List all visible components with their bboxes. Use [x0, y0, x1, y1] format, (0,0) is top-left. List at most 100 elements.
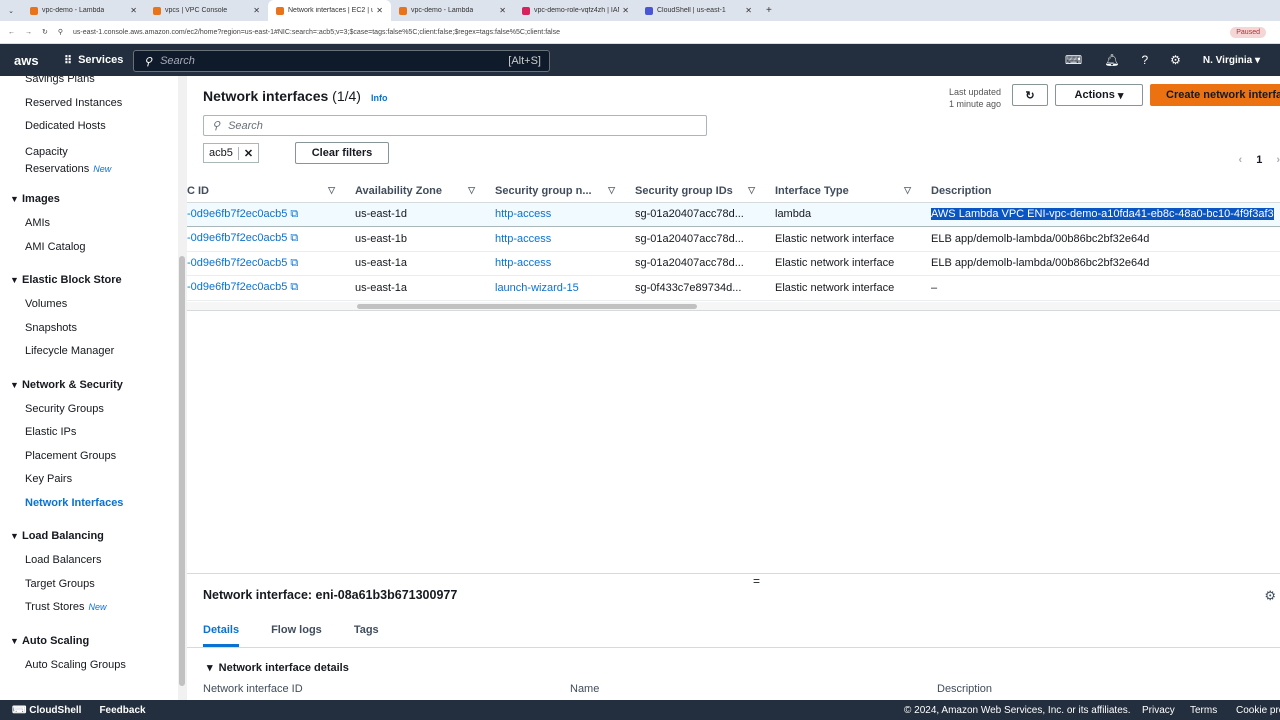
- sidebar-item[interactable]: Security Groups: [25, 403, 104, 415]
- resize-handle-icon[interactable]: =: [753, 574, 760, 588]
- profile-badge[interactable]: Paused: [1230, 26, 1266, 38]
- help-icon[interactable]: ?: [1141, 53, 1148, 67]
- site-info-icon[interactable]: ⚲: [58, 28, 63, 36]
- external-link-icon[interactable]: ⧉: [290, 232, 298, 244]
- external-link-icon[interactable]: ⧉: [290, 257, 298, 269]
- actions-button[interactable]: Actions ▾: [1055, 84, 1143, 106]
- external-link-icon[interactable]: ⧉: [290, 208, 298, 220]
- close-tab-icon[interactable]: ✕: [253, 6, 260, 15]
- browser-tab[interactable]: CloudShell | us-east-1 ✕: [637, 0, 760, 21]
- sort-icon[interactable]: ▽: [608, 185, 615, 196]
- url-field[interactable]: us-east-1.console.aws.amazon.com/ec2/hom…: [73, 29, 560, 36]
- sidebar-item[interactable]: Dedicated Hosts: [25, 120, 106, 132]
- table-cell[interactable]: launch-wizard-15: [485, 275, 625, 301]
- table-row[interactable]: -0d9e6fb7f2ec0acb5 ⧉ us-east-1b http-acces…: [187, 226, 1280, 252]
- sidebar-item[interactable]: Target Groups: [25, 578, 95, 590]
- external-link-icon[interactable]: ⧉: [290, 281, 298, 293]
- remove-filter-icon[interactable]: ✕: [237, 146, 258, 160]
- sidebar-item[interactable]: Volumes: [25, 298, 67, 310]
- page-number[interactable]: 1: [1256, 154, 1262, 166]
- tab-details[interactable]: Details: [203, 624, 240, 647]
- close-tab-icon[interactable]: ✕: [745, 6, 752, 15]
- sort-icon[interactable]: ▽: [748, 185, 755, 196]
- close-tab-icon[interactable]: ✕: [130, 6, 137, 15]
- table-row[interactable]: -0d9e6fb7f2ec0acb5 ⧉ us-east-1a http-acces…: [187, 251, 1280, 276]
- table-cell[interactable]: -0d9e6fb7f2ec0acb5 ⧉: [187, 275, 345, 301]
- column-header[interactable]: Availability Zone ▽: [345, 180, 485, 203]
- sidebar-item[interactable]: AMI Catalog: [25, 241, 86, 253]
- table-cell[interactable]: http-access: [485, 202, 625, 227]
- terms-link[interactable]: Terms: [1190, 705, 1217, 716]
- sidebar-item[interactable]: Reserved Instances: [25, 97, 122, 109]
- filter-search-input[interactable]: ⚲ Search: [203, 115, 707, 136]
- sidebar-item[interactable]: Elastic IPs: [25, 426, 76, 438]
- browser-tab[interactable]: vpc-demo - Lambda ✕: [391, 0, 514, 21]
- sidebar-section-toggle[interactable]: ▼ Network & Security: [10, 379, 123, 391]
- sidebar-item[interactable]: Lifecycle Manager: [25, 345, 114, 357]
- tab-search-icon[interactable]: ⌄: [0, 7, 22, 15]
- sidebar-item[interactable]: Trust Stores New: [25, 601, 107, 613]
- info-link[interactable]: Info: [371, 93, 388, 103]
- sidebar-item[interactable]: Load Balancers: [25, 554, 101, 566]
- sidebar-item[interactable]: Placement Groups: [25, 450, 116, 462]
- scroll-thumb[interactable]: [357, 304, 697, 309]
- prev-page-icon[interactable]: ‹: [1239, 154, 1243, 166]
- close-tab-icon[interactable]: ✕: [499, 6, 506, 15]
- refresh-button[interactable]: ↻: [1012, 84, 1048, 106]
- sort-icon[interactable]: ▽: [328, 185, 335, 196]
- next-page-icon[interactable]: ›: [1276, 154, 1280, 166]
- sort-icon[interactable]: ▽: [468, 185, 475, 196]
- sidebar-section-toggle[interactable]: ▼ Load Balancing: [10, 530, 104, 542]
- table-horizontal-scrollbar[interactable]: [187, 302, 1280, 311]
- sidebar-section-toggle[interactable]: ▼ Elastic Block Store: [10, 274, 122, 286]
- column-header[interactable]: Security group n... ▽: [485, 180, 625, 203]
- table-row[interactable]: -0d9e6fb7f2ec0acb5 ⧉ us-east-1d http-acces…: [187, 202, 1280, 227]
- clear-filters-button[interactable]: Clear filters: [295, 142, 389, 164]
- feedback-link[interactable]: Feedback: [99, 705, 145, 716]
- close-tab-icon[interactable]: ✕: [376, 6, 383, 15]
- column-header[interactable]: Interface Type ▽: [765, 180, 921, 203]
- bell-icon[interactable]: 🔔︎: [1104, 53, 1119, 67]
- close-tab-icon[interactable]: ✕: [622, 6, 629, 15]
- aws-logo[interactable]: aws: [14, 53, 54, 68]
- sidebar-scrollbar[interactable]: [178, 76, 187, 700]
- column-header[interactable]: C ID ▽: [187, 180, 345, 203]
- create-network-interface-button[interactable]: Create network interface: [1150, 84, 1280, 106]
- sidebar-item[interactable]: AMIs: [25, 217, 50, 229]
- cookie-link[interactable]: Cookie preferences: [1236, 705, 1280, 716]
- sidebar-section-toggle[interactable]: ▼ Auto Scaling: [10, 635, 89, 647]
- global-search[interactable]: ⚲ Search [Alt+S]: [133, 50, 550, 72]
- sidebar-item[interactable]: Network Interfaces: [25, 497, 123, 509]
- sidebar-section-toggle[interactable]: ▼ Images: [10, 193, 60, 205]
- column-header[interactable]: Description: [921, 180, 1280, 203]
- browser-tab[interactable]: vpc-demo-role-vqfz4zh | IAM ✕: [514, 0, 637, 21]
- split-panel-divider[interactable]: [187, 573, 1280, 574]
- table-cell[interactable]: -0d9e6fb7f2ec0acb5 ⧉: [187, 251, 345, 276]
- browser-tab[interactable]: Network interfaces | EC2 | us-e✕: [268, 0, 391, 21]
- services-menu[interactable]: ⠿ Services: [64, 54, 123, 67]
- sidebar-item[interactable]: Capacity Reservations New: [25, 144, 135, 178]
- details-section-toggle[interactable]: ▾ Network interface details: [207, 661, 349, 674]
- cloudshell-icon[interactable]: ⌨: [1065, 53, 1082, 67]
- preferences-icon[interactable]: ⚙: [1264, 588, 1276, 604]
- reload-icon[interactable]: ↻: [42, 28, 48, 36]
- gear-icon[interactable]: ⚙: [1170, 53, 1181, 67]
- back-icon[interactable]: ←: [8, 29, 15, 36]
- browser-tab[interactable]: vpc-demo - Lambda ✕: [22, 0, 145, 21]
- sort-icon[interactable]: ▽: [904, 185, 911, 196]
- column-header[interactable]: Security group IDs ▽: [625, 180, 765, 203]
- forward-icon[interactable]: →: [25, 29, 32, 36]
- privacy-link[interactable]: Privacy: [1142, 705, 1175, 716]
- browser-tab[interactable]: vpcs | VPC Console ✕: [145, 0, 268, 21]
- table-cell[interactable]: http-access: [485, 251, 625, 276]
- cloudshell-link[interactable]: ⌨ CloudShell: [12, 705, 81, 716]
- table-cell[interactable]: -0d9e6fb7f2ec0acb5 ⧉: [187, 226, 345, 252]
- new-tab-button[interactable]: +: [766, 5, 772, 16]
- region-selector[interactable]: N. Virginia ▾: [1203, 55, 1260, 66]
- sidebar-item[interactable]: Auto Scaling Groups: [25, 659, 126, 671]
- tab-flow-logs[interactable]: Flow logs: [271, 624, 322, 647]
- table-cell[interactable]: http-access: [485, 226, 625, 252]
- sidebar-item[interactable]: Savings Plans: [25, 76, 95, 85]
- sidebar-item[interactable]: Snapshots: [25, 322, 77, 334]
- tab-tags[interactable]: Tags: [354, 624, 379, 647]
